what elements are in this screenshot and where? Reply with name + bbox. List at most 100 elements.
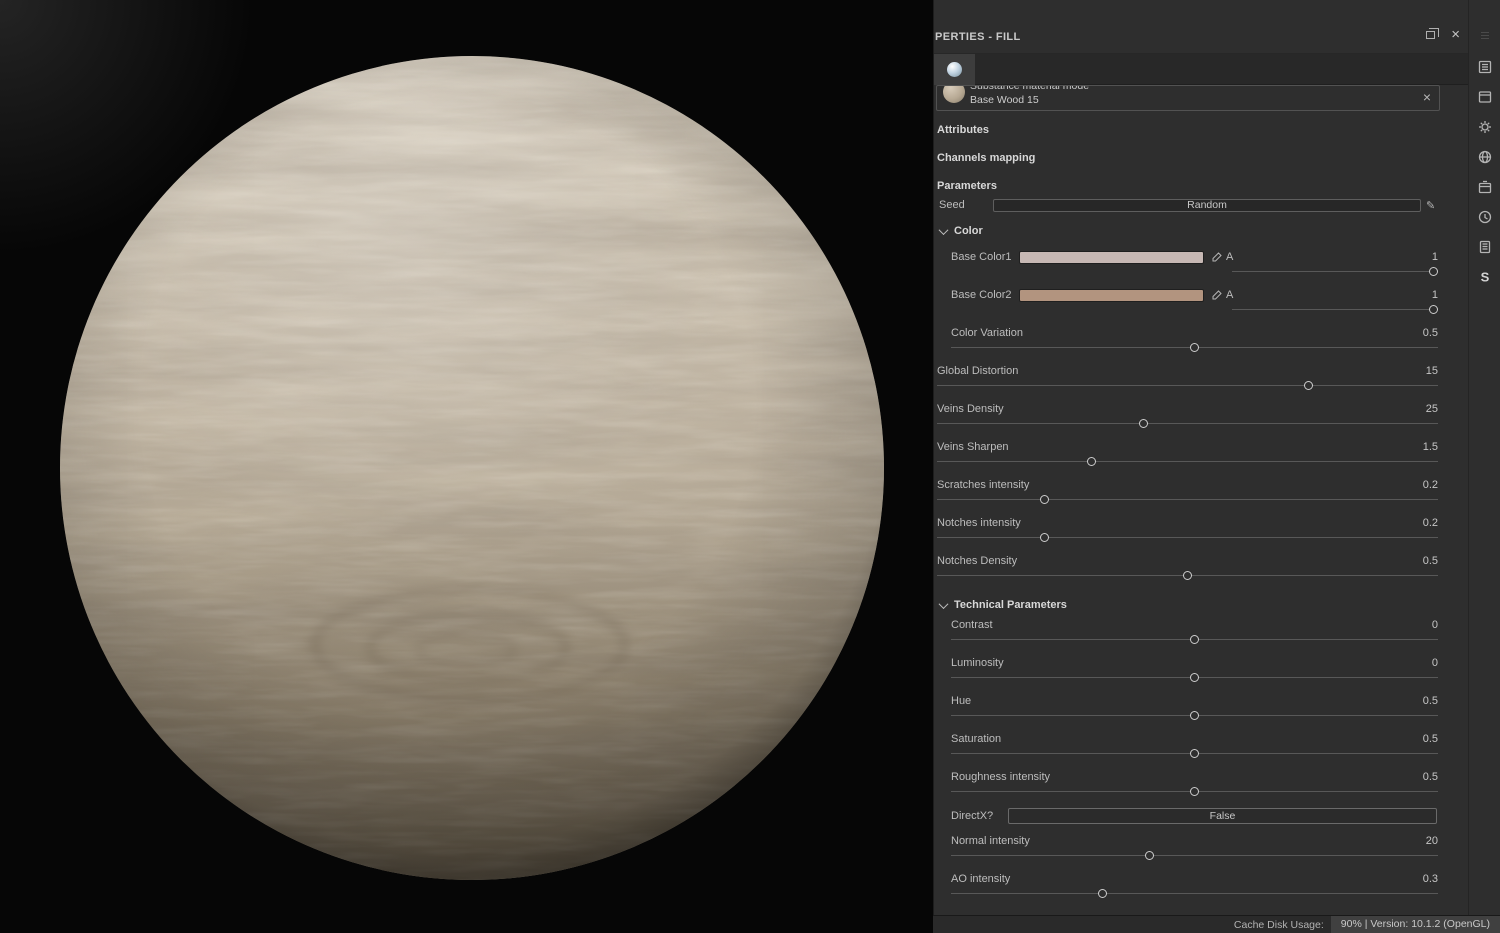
slider-handle[interactable] [1183,571,1192,580]
slider-track [937,537,1438,538]
panel-tabstrip [934,54,1468,85]
alpha-channel-label: A [1226,251,1233,263]
slider-track [937,385,1438,386]
notches-intensity-slider[interactable] [937,530,1438,546]
slider-handle[interactable] [1098,889,1107,898]
param-value: 0.5 [1423,732,1438,746]
technical-sliders: Contrast 0 Luminosity 0 Hue0.5 Saturation 0.5 R… [934,618,1468,800]
slider-track [1232,271,1438,272]
param-value: 1 [1432,251,1438,263]
param-label: Base Color2 [951,289,1019,301]
close-panel-icon[interactable]: × [1451,29,1460,41]
seed-label: Seed [939,199,993,211]
group-technical-parameters[interactable]: Technical Parameters [940,598,1468,612]
material-selector[interactable]: Substance material mode Base Wood 15 × [936,85,1440,111]
param-value: 0.2 [1423,478,1438,492]
properties-icon[interactable] [1469,52,1500,82]
history-icon[interactable] [1469,202,1500,232]
param-row-notches-intensity: Notches intensity0.2 [937,516,1438,546]
slider-handle[interactable] [1190,673,1199,682]
param-value: 0.5 [1423,554,1438,568]
slider-handle[interactable] [1087,457,1096,466]
eyedropper-icon[interactable] [1211,252,1222,263]
param-label: Saturation [951,732,1001,746]
param-row-hue: Hue0.5 [951,694,1438,724]
edit-seed-icon[interactable]: ✎ [1426,199,1438,212]
slider-handle[interactable] [1139,419,1148,428]
roughness-intensity-slider[interactable] [951,784,1438,800]
section-attributes[interactable]: Attributes [937,123,1468,137]
settings-icon[interactable] [1469,112,1500,142]
slider-handle[interactable] [1429,305,1438,314]
version-status-value: 90% | Version: 10.1.2 (OpenGL) [1331,916,1500,933]
eyedropper-icon[interactable] [1211,290,1222,301]
color-rows: Base Color1 A 1 Base Color2 A 1 [934,250,1468,318]
slider-handle[interactable] [1040,495,1049,504]
slider-handle[interactable] [1190,343,1199,352]
param-value: 1 [1432,289,1438,301]
global-distortion-slider[interactable] [937,378,1438,394]
luminosity-slider[interactable] [951,670,1438,686]
chevron-down-icon [939,599,949,609]
remove-material-icon[interactable]: × [1423,89,1431,105]
panel-titlebar[interactable]: PERTIES - FILL × [934,0,1468,54]
param-label: Luminosity [951,656,1004,670]
param-row-roughness-intensity: Roughness intensity0.5 [951,770,1438,800]
normal-intensity-slider[interactable] [951,848,1438,864]
param-label: Base Color1 [951,251,1019,263]
hue-slider[interactable] [951,708,1438,724]
param-value: 0.3 [1423,872,1438,886]
assets-icon[interactable] [1469,172,1500,202]
color-variation-slider[interactable] [951,340,1438,356]
slider-track [937,423,1438,424]
toolbar-grip[interactable] [1469,32,1500,39]
slider-handle[interactable] [1304,381,1313,390]
slider-handle[interactable] [1190,635,1199,644]
param-value: 0.5 [1423,326,1438,340]
veins-sharpen-slider[interactable] [937,454,1438,470]
color-swatch[interactable] [1019,251,1204,264]
param-value: 0 [1432,618,1438,632]
contrast-slider[interactable] [951,632,1438,648]
layers-icon[interactable] [1469,82,1500,112]
slider-handle[interactable] [1190,787,1199,796]
slider-track [951,855,1438,856]
tab-fill-material[interactable] [934,54,975,85]
param-value: 25 [1426,402,1438,416]
section-parameters[interactable]: Parameters [937,179,1468,193]
directx-toggle-button[interactable]: False [1008,808,1437,824]
display-icon[interactable] [1469,142,1500,172]
substance-icon[interactable]: S [1469,262,1500,292]
base-color1-alpha-slider[interactable] [1232,264,1438,280]
param-row-contrast: Contrast 0 [951,618,1438,648]
slider-handle[interactable] [1145,851,1154,860]
seed-random-button[interactable]: Random [993,199,1421,212]
slider-handle[interactable] [1190,711,1199,720]
scratches-intensity-slider[interactable] [937,492,1438,508]
3d-viewport[interactable] [0,0,933,933]
slider-handle[interactable] [1429,267,1438,276]
alpha-channel-label: A [1226,289,1233,301]
ao-intensity-slider[interactable] [951,886,1438,902]
veins-density-slider[interactable] [937,416,1438,432]
log-icon[interactable] [1469,232,1500,262]
material-sphere-preview [0,0,933,933]
slider-track [1232,309,1438,310]
slider-handle[interactable] [1190,749,1199,758]
param-label: Contrast [951,618,993,632]
slider-handle[interactable] [1040,533,1049,542]
notches-density-slider[interactable] [937,568,1438,584]
param-row-notches-density: Notches Density0.5 [937,554,1438,584]
color-row-base-color1: Base Color1 A 1 [951,250,1438,280]
directx-row: DirectX? False [951,808,1437,824]
section-channels-mapping[interactable]: Channels mapping [937,151,1468,165]
float-panel-icon[interactable] [1426,31,1435,39]
saturation-slider[interactable] [951,746,1438,762]
color-swatch[interactable] [1019,289,1204,302]
param-label: Veins Density [937,402,1004,416]
chevron-down-icon [939,225,949,235]
base-color2-alpha-slider[interactable] [1232,302,1438,318]
material-thumbnail [943,85,965,103]
group-color[interactable]: Color [940,224,1468,238]
param-label: Scratches intensity [937,478,1029,492]
